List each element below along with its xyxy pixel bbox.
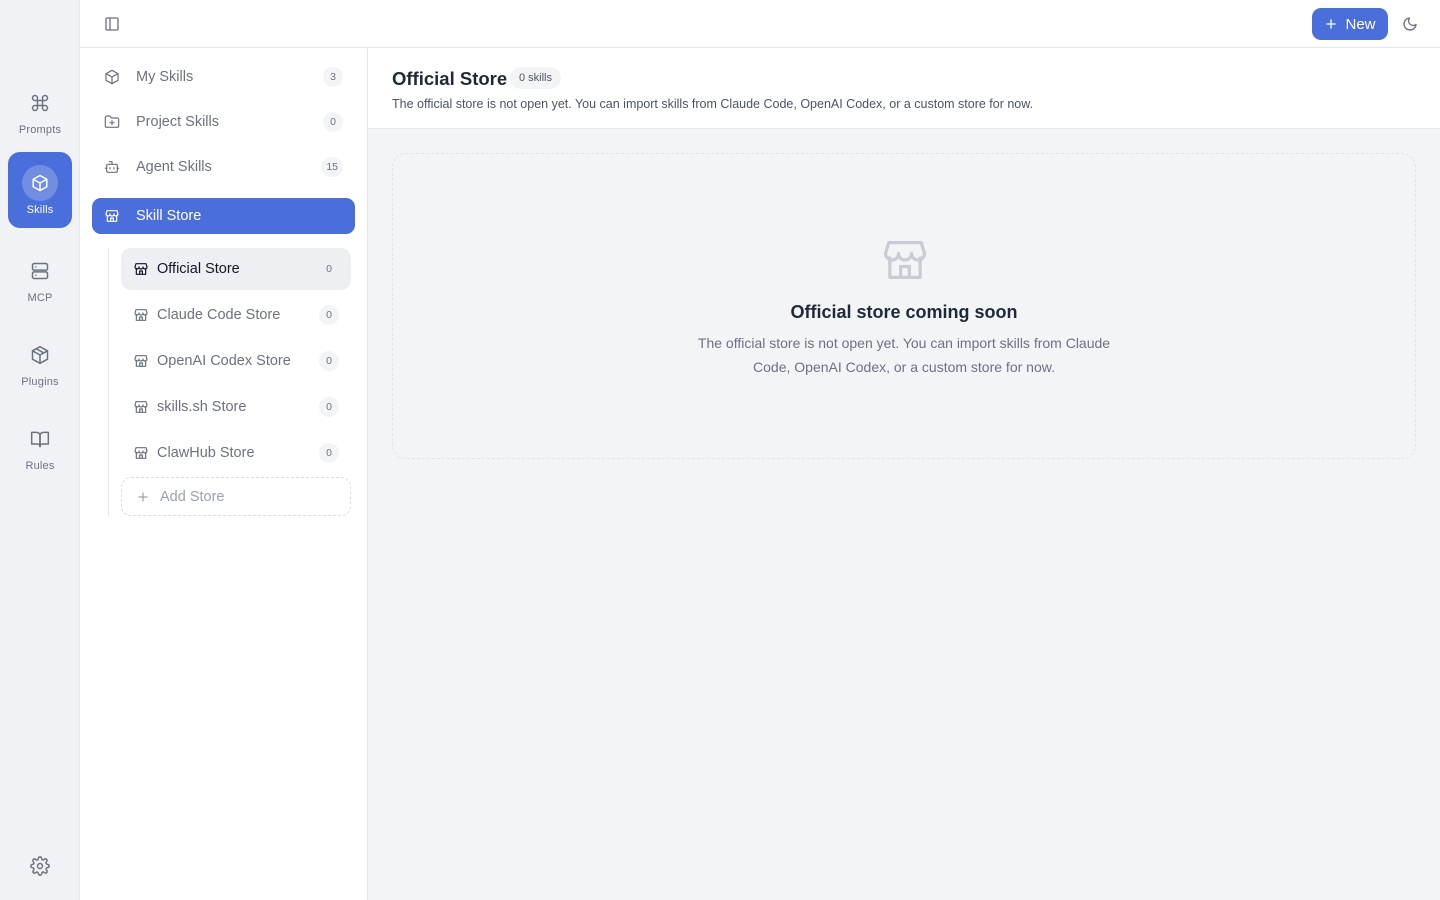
count-badge: 0 (326, 263, 332, 275)
count-badge: 0 (319, 397, 339, 417)
store-icon (879, 234, 931, 286)
store-item-claude-code[interactable]: Claude Code Store 0 (121, 294, 351, 336)
sidebar-toggle-icon[interactable] (100, 12, 124, 36)
store-item-label: Claude Code Store (157, 307, 281, 323)
store-item-clawhub[interactable]: ClawHub Store 0 (121, 432, 351, 474)
sidebar-item-skill-store[interactable]: Skill Store (92, 198, 355, 234)
store-item-label: Official Store (157, 261, 240, 277)
rail-item-skills[interactable]: Skills (8, 152, 72, 228)
package-icon (22, 337, 58, 373)
store-item-label: skills.sh Store (157, 399, 247, 415)
count-badge: 3 (323, 67, 343, 87)
cube-icon (22, 164, 58, 201)
store-item-skills-sh[interactable]: skills.sh Store 0 (121, 386, 351, 428)
gear-icon[interactable] (26, 852, 54, 880)
empty-state-title: Official store coming soon (790, 302, 1018, 322)
add-store-label: Add Store (160, 488, 225, 505)
rail-label: Skills (26, 203, 54, 216)
top-bar: New (80, 0, 1440, 48)
store-item-official[interactable]: Official Store 0 (121, 248, 351, 290)
store-item-openai-codex[interactable]: OpenAI Codex Store 0 (121, 340, 351, 382)
sidebar-item-label: Project Skills (136, 114, 219, 130)
empty-state-description: The official store is not open yet. You … (697, 335, 1111, 375)
plus-icon (138, 491, 148, 502)
empty-state-card: Official store coming soon The official … (392, 153, 1416, 459)
store-icon (133, 353, 149, 369)
rail-item-plugins[interactable]: Plugins (8, 324, 72, 400)
rail-label: MCP (27, 291, 53, 304)
rail-item-prompts[interactable]: Prompts (8, 72, 72, 148)
store-icon (133, 261, 149, 277)
store-item-label: ClawHub Store (157, 445, 255, 461)
rail-item-mcp[interactable]: MCP (8, 240, 72, 316)
page-description: The official store is not open yet. You … (392, 97, 1034, 111)
store-icon (133, 307, 149, 323)
server-icon (22, 253, 58, 289)
store-item-label: OpenAI Codex Store (157, 353, 291, 369)
skills-sidebar: My Skills 3 Project Skills 0 Agent Skill… (80, 48, 368, 900)
sidebar-item-agent-skills[interactable]: Agent Skills 15 (92, 149, 355, 185)
rail-item-rules[interactable]: Rules (8, 408, 72, 484)
store-icon (133, 399, 149, 415)
rail-label: Plugins (21, 375, 59, 388)
page-title: Official Store (392, 68, 508, 89)
rail-label: Rules (25, 459, 55, 472)
store-header: Official Store 0 skills The official sto… (368, 48, 1440, 129)
sidebar-item-project-skills[interactable]: Project Skills 0 (92, 104, 355, 140)
count-badge: 0 (323, 112, 343, 132)
plus-icon (1326, 19, 1337, 29)
rail-label: Prompts (18, 123, 62, 136)
count-badge: 0 (319, 305, 339, 325)
skills-count-badge: 0 skills (510, 67, 562, 89)
new-button-label: New (1345, 15, 1376, 33)
store-icon (104, 208, 120, 224)
store-tree-line (108, 248, 109, 516)
book-icon (22, 421, 58, 457)
folder-plus-icon (104, 114, 120, 130)
count-badge: 0 (319, 443, 339, 463)
count-badge: 0 (319, 351, 339, 371)
cube-icon (104, 69, 120, 85)
count-badge: 15 (321, 157, 343, 177)
store-icon (133, 445, 149, 461)
add-store-button[interactable]: Add Store (121, 477, 351, 516)
bot-icon (104, 159, 120, 175)
sidebar-item-label: Agent Skills (136, 159, 212, 175)
app-rail: Prompts Skills MCP Plugins Rules (0, 0, 80, 900)
moon-icon[interactable] (1398, 12, 1422, 36)
command-icon (22, 85, 58, 121)
sidebar-item-label: My Skills (136, 69, 194, 85)
sidebar-item-label: Skill Store (136, 208, 202, 224)
new-button[interactable]: New (1312, 8, 1388, 40)
sidebar-item-my-skills[interactable]: My Skills 3 (92, 59, 355, 95)
